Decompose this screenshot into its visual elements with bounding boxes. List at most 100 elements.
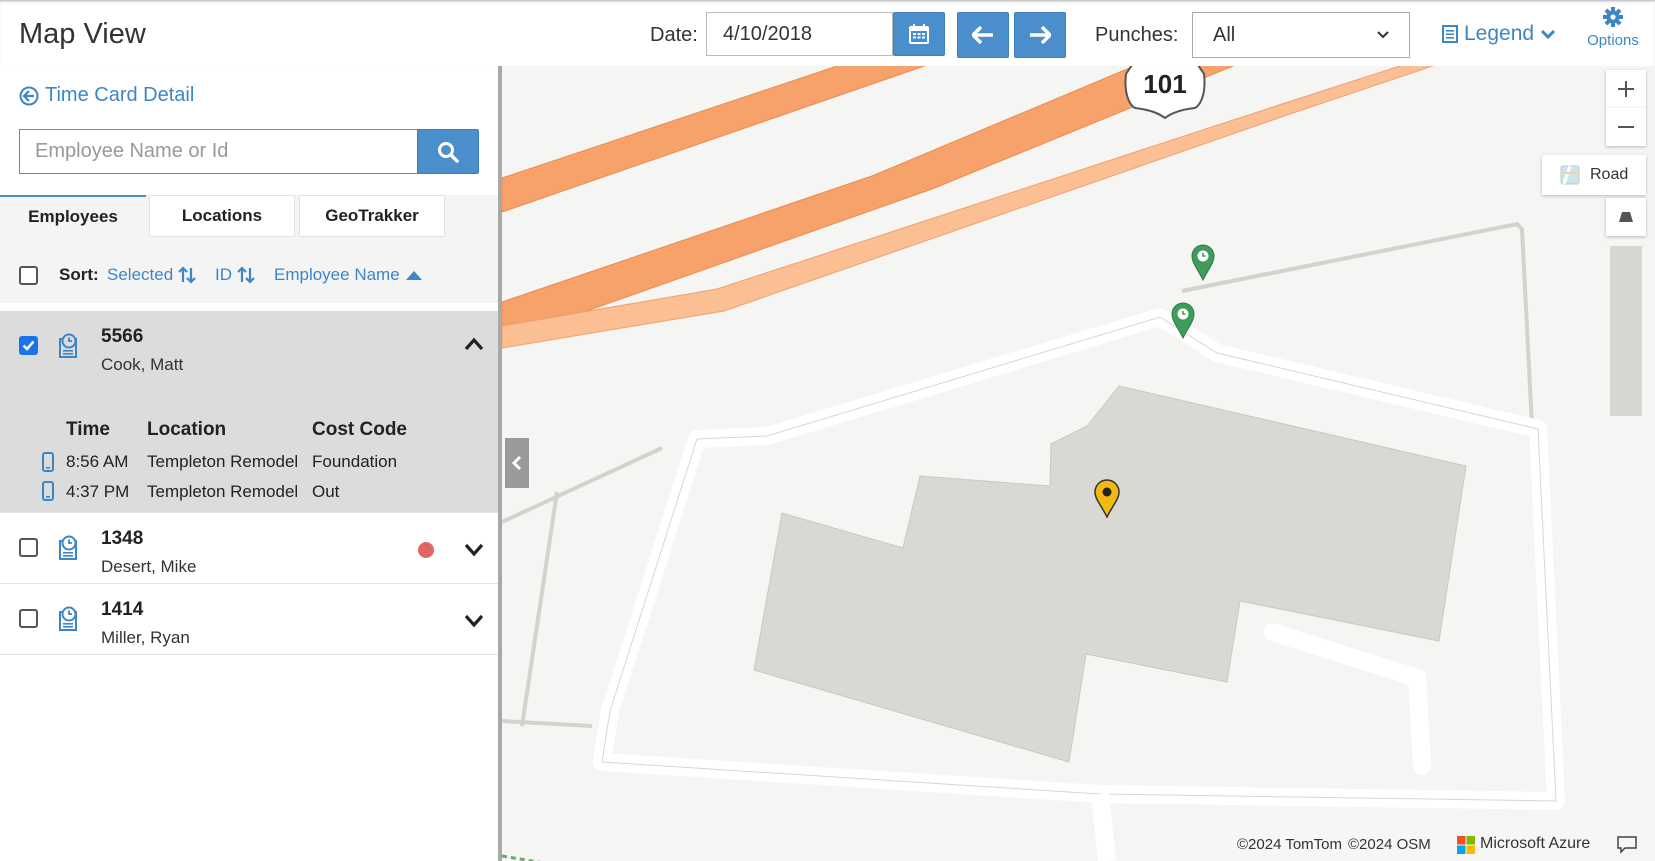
zoom-out-button[interactable] <box>1606 108 1646 146</box>
header-bar: Map View Date: 4/10/2018 Punches: All Le… <box>0 0 1655 67</box>
date-value: 4/10/2018 <box>723 22 812 45</box>
search-placeholder: Employee Name or Id <box>35 140 229 162</box>
previous-day-button[interactable] <box>957 12 1009 58</box>
exit-road <box>1091 793 1116 861</box>
date-label: Date: <box>650 24 698 46</box>
punches-select[interactable]: All <box>1192 12 1410 58</box>
pitch-button[interactable] <box>1606 198 1646 236</box>
search-button[interactable] <box>417 129 479 174</box>
timecard-icon <box>59 606 77 631</box>
gear-icon <box>1603 7 1623 27</box>
employee-name: Cook, Matt <box>101 355 184 374</box>
circle-arrow-left-icon <box>19 86 39 105</box>
punch-cost-code: Foundation <box>312 452 398 471</box>
mobile-phone-icon <box>42 452 54 472</box>
side-road <box>1610 246 1642 416</box>
highway-shield-number: 101 <box>1143 69 1186 99</box>
mobile-phone-icon <box>42 481 54 501</box>
employee-checkbox-1414[interactable] <box>19 609 38 628</box>
detail-header-time: Time <box>66 419 111 440</box>
time-card-detail-link[interactable]: Time Card Detail <box>19 84 194 107</box>
tab-employees[interactable]: Employees <box>0 195 146 237</box>
list-icon <box>1442 25 1458 43</box>
employee-id: 1348 <box>101 528 144 549</box>
sort-id-label: ID <box>215 265 232 284</box>
time-card-detail-label: Time Card Detail <box>45 84 195 106</box>
chevron-down-icon[interactable] <box>464 543 484 557</box>
date-input[interactable]: 4/10/2018 <box>706 12 893 56</box>
legend-label: Legend <box>1464 22 1535 45</box>
employee-search-input[interactable]: Employee Name or Id <box>19 129 418 174</box>
arrow-right-icon <box>1030 26 1051 44</box>
map-pin-green[interactable] <box>1191 244 1215 282</box>
sort-selected[interactable]: Selected <box>107 265 196 285</box>
employee-checkbox-5566[interactable] <box>19 336 38 355</box>
options-label: Options <box>1587 32 1639 49</box>
punch-time: 8:56 AM <box>66 452 129 471</box>
employee-row-1348[interactable]: 1348 Desert, Mike <box>0 513 498 584</box>
caret-up-icon <box>405 271 422 280</box>
calendar-button[interactable] <box>893 12 945 56</box>
timecard-icon <box>59 333 77 358</box>
chevron-up-icon[interactable] <box>464 337 484 351</box>
pitch-icon <box>1619 212 1633 222</box>
punch-location: Templeton Remodel <box>147 452 299 471</box>
employee-row-1414[interactable]: 1414 Miller, Ryan <box>0 584 498 655</box>
punch-location: Templeton Remodel <box>147 482 299 501</box>
dashed-trail <box>502 854 542 861</box>
sort-id[interactable]: ID <box>215 265 255 285</box>
page-title: Map View <box>19 18 146 50</box>
employee-name: Desert, Mike <box>101 557 197 576</box>
punch-time: 4:37 PM <box>66 482 130 501</box>
microsoft-logo-icon <box>1457 836 1475 854</box>
checkmark-icon <box>22 340 35 351</box>
status-dot <box>418 542 434 558</box>
feedback-icon[interactable] <box>1617 836 1637 854</box>
search-icon <box>438 141 459 163</box>
detail-header-cost-code: Cost Code <box>312 419 407 440</box>
chevron-left-icon <box>511 455 522 471</box>
zoom-in-button[interactable] <box>1606 70 1646 108</box>
chevron-down-icon <box>1541 29 1556 39</box>
chevron-down-icon[interactable] <box>464 614 484 628</box>
minus-icon <box>1618 126 1634 128</box>
map-style-label: Road <box>1590 166 1629 183</box>
tab-locations[interactable]: Locations <box>149 195 295 237</box>
sort-label: Sort: <box>59 265 99 284</box>
employee-id: 5566 <box>101 326 144 347</box>
sort-employee-name[interactable]: Employee Name <box>274 265 422 285</box>
road-map-icon <box>1560 165 1580 185</box>
building <box>753 385 1467 763</box>
punch-cost-code: Out <box>312 482 340 501</box>
detail-header-location: Location <box>147 419 227 440</box>
sort-icon <box>237 266 255 284</box>
collapse-sidebar-button[interactable] <box>505 438 529 488</box>
highway-band-3 <box>502 66 1435 349</box>
employee-row-5566[interactable]: 5566 Cook, Matt Time Location Cost Code … <box>0 311 498 513</box>
plus-icon <box>1618 81 1634 97</box>
options-button[interactable]: Options <box>1584 6 1642 49</box>
chevron-down-icon <box>1377 31 1389 39</box>
punches-value: All <box>1213 23 1236 46</box>
sort-selected-label: Selected <box>107 265 174 284</box>
timecard-icon <box>59 535 77 560</box>
legend-toggle[interactable]: Legend <box>1442 22 1556 46</box>
sort-icon <box>178 266 196 284</box>
map-attribution: ©2024 TomTom ©2024 OSM Microsoft Azure <box>1206 828 1655 861</box>
select-all-checkbox[interactable] <box>19 266 38 285</box>
highway-shield: 101 <box>1124 66 1206 120</box>
map-style-button[interactable]: Road <box>1542 155 1646 195</box>
map-canvas[interactable]: 101 Road <box>502 66 1655 861</box>
attribution-azure: Microsoft Azure <box>1480 835 1591 852</box>
arrow-left-icon <box>972 26 993 44</box>
map-drawing: 101 <box>502 66 1642 861</box>
sort-employee-name-label: Employee Name <box>274 265 400 284</box>
header-shadow <box>0 0 1655 3</box>
employee-checkbox-1348[interactable] <box>19 538 38 557</box>
next-day-button[interactable] <box>1014 12 1066 58</box>
sidebar: Time Card Detail Employee Name or Id Emp… <box>0 66 498 861</box>
punches-label: Punches: <box>1095 24 1179 46</box>
tab-geotrakker[interactable]: GeoTrakker <box>299 195 445 237</box>
calendar-icon <box>909 24 929 44</box>
sidebar-tabs: Employees Locations GeoTrakker <box>0 195 498 303</box>
